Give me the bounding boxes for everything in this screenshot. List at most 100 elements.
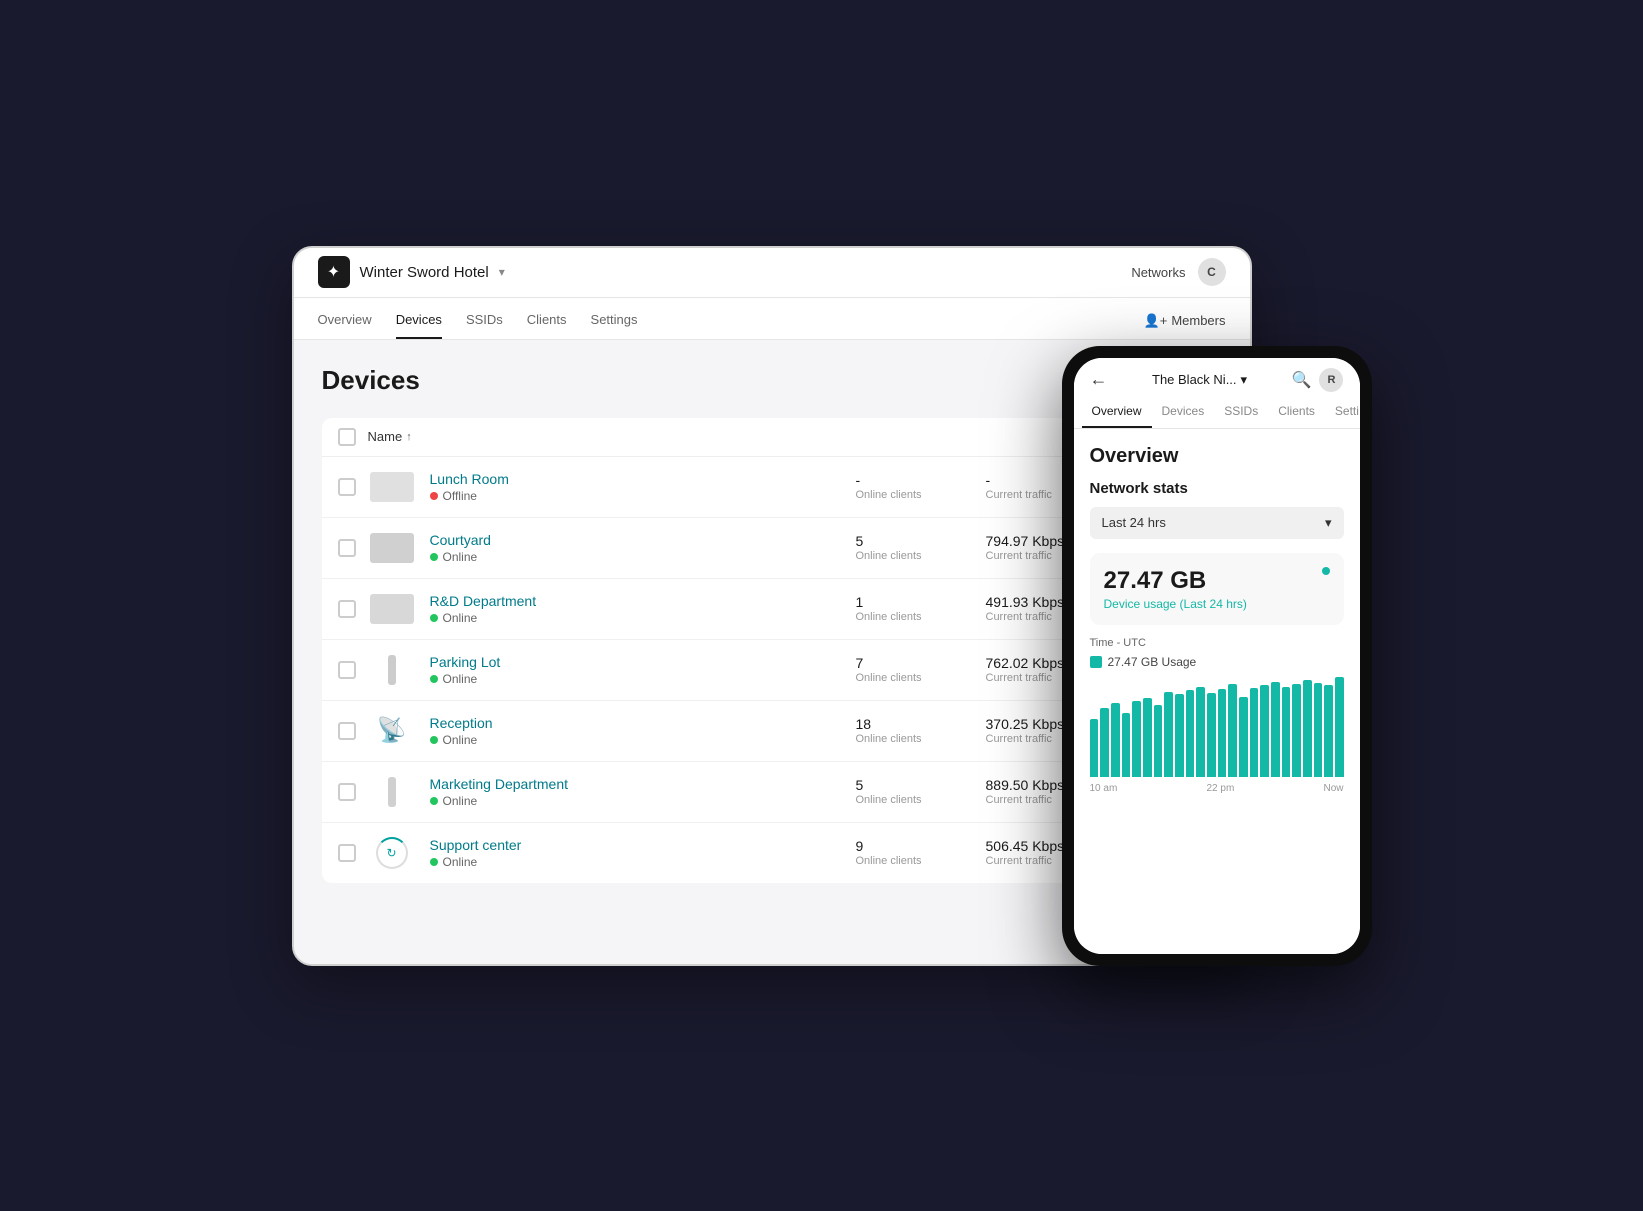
chart-bar: [1314, 683, 1323, 777]
tablet-header: ✦ Winter Sword Hotel ▾ Networks C: [294, 248, 1250, 298]
chart-bar: [1335, 677, 1344, 777]
device-info: Reception Online: [430, 715, 856, 747]
device-icon-col: 📡: [368, 713, 416, 749]
status-dot-online: [430, 858, 438, 866]
row-checkbox[interactable]: [338, 844, 356, 862]
chart-bar: [1186, 690, 1195, 776]
period-label: Last 24 hrs: [1102, 515, 1166, 530]
chart-bar: [1303, 680, 1312, 777]
phone-body: Overview Network stats Last 24 hrs ▾ 27.…: [1074, 429, 1360, 954]
phone-tab-ssids[interactable]: SSIDs: [1214, 396, 1268, 428]
avatar[interactable]: C: [1198, 258, 1226, 286]
device-name[interactable]: Courtyard: [430, 532, 856, 548]
router-icon: 📡: [377, 716, 407, 745]
row-checkbox[interactable]: [338, 722, 356, 740]
phone-tab-clients[interactable]: Clients: [1268, 396, 1325, 428]
chart-label-start: 10 am: [1090, 783, 1118, 794]
header-left: ✦ Winter Sword Hotel ▾: [318, 256, 505, 288]
stat-value: -: [856, 472, 946, 488]
row-checkbox[interactable]: [338, 783, 356, 801]
chart-bar: [1282, 687, 1291, 776]
device-icon-placeholder: [370, 533, 414, 563]
device-name[interactable]: Marketing Department: [430, 776, 856, 792]
chart-bar: [1260, 685, 1269, 777]
device-name[interactable]: Lunch Room: [430, 471, 856, 487]
stat-value: 7: [856, 655, 946, 671]
org-dropdown-icon[interactable]: ▾: [499, 265, 505, 279]
phone-header-icons: 🔍 R: [1292, 368, 1344, 392]
row-checkbox[interactable]: [338, 661, 356, 679]
chart-label-end: Now: [1323, 783, 1343, 794]
phone-tab-overview[interactable]: Overview: [1082, 396, 1152, 428]
phone-search-icon[interactable]: 🔍: [1292, 370, 1312, 390]
tab-ssids[interactable]: SSIDs: [466, 312, 503, 339]
device-icon-col: ↻: [368, 835, 416, 871]
tab-overview[interactable]: Overview: [318, 312, 372, 339]
phone-org-name[interactable]: The Black Ni... ▾: [1152, 372, 1247, 388]
spinner-icon: ↻: [376, 837, 408, 869]
tab-clients[interactable]: Clients: [527, 312, 567, 339]
device-info: Marketing Department Online: [430, 776, 856, 808]
device-name[interactable]: Support center: [430, 837, 856, 853]
device-name[interactable]: Reception: [430, 715, 856, 731]
chart-bar: [1292, 684, 1301, 777]
device-icon-placeholder: [370, 594, 414, 624]
networks-button[interactable]: Networks: [1131, 265, 1185, 280]
stat-clients: 1 Online clients: [856, 594, 946, 623]
phone-org-chevron: ▾: [1241, 372, 1248, 388]
status-label: Online: [443, 733, 478, 747]
device-status: Online: [430, 855, 856, 869]
column-name-header: Name ↑: [368, 429, 412, 444]
period-dropdown[interactable]: Last 24 hrs ▾: [1090, 507, 1344, 539]
stat-value: 18: [856, 716, 946, 732]
app-logo: ✦: [318, 256, 350, 288]
device-status: Online: [430, 611, 856, 625]
chart-bar: [1228, 684, 1237, 777]
phone-tab-settings[interactable]: Setti...: [1325, 396, 1360, 428]
stat-label: Online clients: [856, 489, 946, 501]
chart-bar: [1143, 698, 1152, 777]
status-label: Offline: [443, 489, 477, 503]
phone-tab-devices[interactable]: Devices: [1152, 396, 1215, 428]
utc-label: Time - UTC: [1090, 637, 1344, 649]
stat-value: 1: [856, 594, 946, 610]
device-name[interactable]: Parking Lot: [430, 654, 856, 670]
tab-settings[interactable]: Settings: [591, 312, 638, 339]
chart-labels: 10 am 22 pm Now: [1090, 783, 1344, 794]
device-name[interactable]: R&D Department: [430, 593, 856, 609]
row-checkbox[interactable]: [338, 600, 356, 618]
row-checkbox[interactable]: [338, 539, 356, 557]
phone-screen: ← The Black Ni... ▾ 🔍 R Overview Devices…: [1074, 358, 1360, 954]
chart-bar: [1218, 689, 1227, 776]
chart-bar: [1100, 708, 1109, 776]
nav-tabs: Overview Devices SSIDs Clients Settings: [318, 312, 638, 339]
device-info: Lunch Room Offline: [430, 471, 856, 503]
stat-clients: 9 Online clients: [856, 838, 946, 867]
status-dot-online: [430, 675, 438, 683]
phone-status-bar: ← The Black Ni... ▾ 🔍 R: [1074, 358, 1360, 396]
device-icon-placeholder: [370, 472, 414, 502]
device-status: Online: [430, 672, 856, 686]
usage-dot: [1090, 656, 1102, 668]
device-info: Support center Online: [430, 837, 856, 869]
row-checkbox[interactable]: [338, 478, 356, 496]
chart-label-mid: 22 pm: [1206, 783, 1234, 794]
stats-value: 27.47 GB: [1104, 567, 1247, 595]
device-icon-col: [368, 652, 416, 688]
select-all-checkbox[interactable]: [338, 428, 356, 446]
status-label: Online: [443, 550, 478, 564]
sort-icon[interactable]: ↑: [406, 431, 412, 443]
chart-bar: [1250, 688, 1259, 776]
chart-bar: [1154, 705, 1163, 777]
tab-devices[interactable]: Devices: [396, 312, 442, 339]
phone-back-button[interactable]: ←: [1090, 369, 1108, 390]
chart-bar: [1271, 682, 1280, 777]
status-label: Online: [443, 672, 478, 686]
members-button[interactable]: 👤+ Members: [1144, 313, 1226, 339]
chart-bar: [1239, 697, 1248, 777]
phone-avatar[interactable]: R: [1319, 368, 1343, 392]
phone-org-label: The Black Ni...: [1152, 372, 1237, 387]
phone-device: ← The Black Ni... ▾ 🔍 R Overview Devices…: [1062, 346, 1372, 966]
stat-value: 5: [856, 533, 946, 549]
phone-nav: Overview Devices SSIDs Clients Setti...: [1074, 396, 1360, 429]
